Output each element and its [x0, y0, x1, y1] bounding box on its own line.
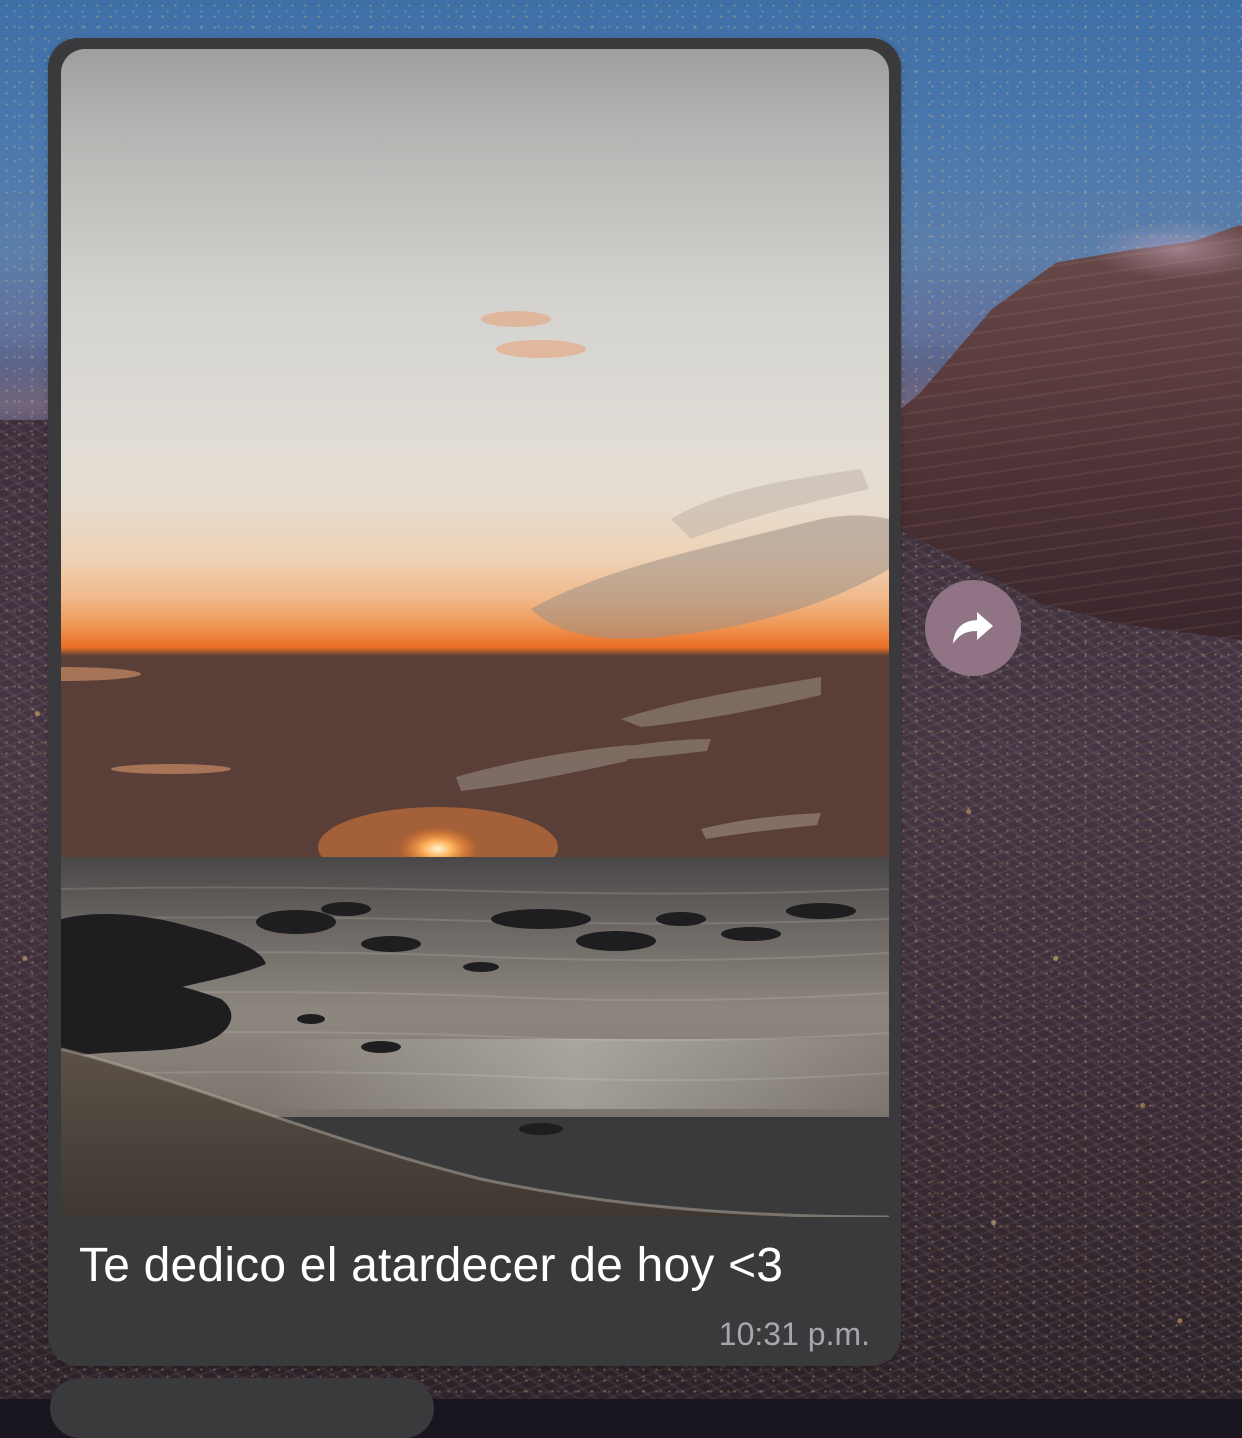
next-message-bubble[interactable] — [50, 1378, 434, 1438]
forward-arrow-icon — [953, 612, 993, 644]
message-bubble[interactable]: Te dedico el atardecer de hoy <3 10:31 p… — [48, 38, 901, 1366]
message-photo[interactable] — [61, 49, 889, 1217]
sunset-photo-image — [61, 49, 889, 1217]
message-caption: Te dedico el atardecer de hoy <3 — [79, 1239, 784, 1292]
forward-button[interactable] — [925, 580, 1021, 676]
message-timestamp: 10:31 p.m. — [718, 1316, 870, 1352]
